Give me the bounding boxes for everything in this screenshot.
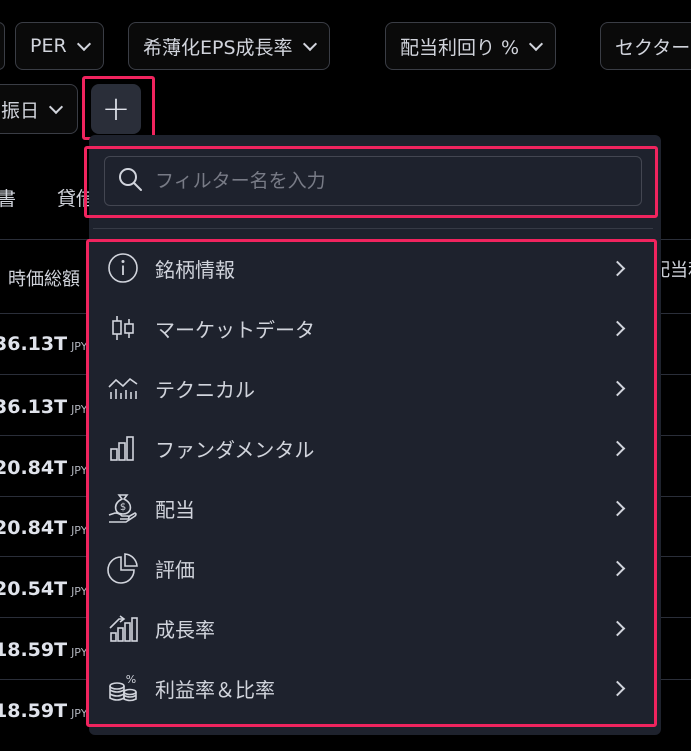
chevron-down-icon — [529, 36, 544, 51]
currency-unit: JPY — [71, 403, 88, 416]
chevron-right-icon — [609, 620, 626, 636]
market-cap-value: 18.59T — [0, 700, 68, 722]
table-row[interactable]: 20.84T JPY — [0, 517, 87, 539]
currency-unit: JPY — [71, 524, 88, 537]
menu-item-label: 銘柄情報 — [155, 257, 235, 282]
candlestick-icon — [105, 310, 141, 346]
menu-item-label: ファンダメンタル — [155, 437, 315, 462]
menu-item-valuation[interactable]: 評価 — [93, 538, 651, 598]
filter-sector-label: セクター — [615, 36, 691, 59]
growth-icon — [105, 610, 141, 646]
menu-item-growth[interactable]: 成長率 — [93, 598, 651, 658]
menu-item-dividends[interactable]: $ 配当 — [93, 478, 651, 538]
svg-text:%: % — [126, 673, 136, 686]
table-row[interactable]: 20.54T JPY — [0, 578, 87, 600]
currency-unit: JPY — [71, 585, 88, 598]
menu-divider — [93, 228, 653, 229]
filter-partial-left[interactable] — [0, 22, 5, 70]
market-cap-value: 36.13T — [0, 333, 68, 355]
filter-eps-growth-label: 希薄化EPS成長率 — [143, 36, 293, 59]
filter-date-label: 振日 — [1, 99, 40, 122]
market-cap-value: 36.13T — [0, 396, 68, 418]
add-filter-button[interactable]: + — [91, 84, 141, 134]
currency-unit: JPY — [71, 707, 88, 720]
table-row[interactable]: 18.59T JPY — [0, 639, 87, 661]
chevron-right-icon — [609, 500, 626, 516]
filter-per-label: PER — [30, 35, 67, 57]
money-bag-hand-icon: $ — [105, 490, 141, 526]
menu-item-margins-ratios[interactable]: % 利益率＆比率 — [93, 658, 651, 718]
menu-item-label: 配当 — [155, 497, 195, 522]
menu-item-label: 利益率＆比率 — [155, 677, 275, 702]
menu-item-label: テクニカル — [155, 377, 255, 402]
chevron-right-icon — [609, 560, 626, 576]
currency-unit: JPY — [71, 464, 88, 477]
tab-partial[interactable]: 書 — [0, 184, 16, 211]
pie-chart-icon — [105, 550, 141, 586]
filter-dividend-yield[interactable]: 配当利回り % — [385, 22, 557, 70]
menu-item-label: 評価 — [155, 557, 195, 582]
chevron-right-icon — [609, 440, 626, 456]
table-row[interactable]: 20.84T JPY — [0, 457, 87, 479]
market-cap-value: 18.59T — [0, 639, 68, 661]
chevron-down-icon — [302, 36, 317, 51]
menu-item-market-data[interactable]: マーケットデータ — [93, 298, 651, 358]
chevron-down-icon — [76, 36, 91, 51]
market-cap-value: 20.84T — [0, 517, 68, 539]
menu-item-fundamental[interactable]: ファンダメンタル — [93, 418, 651, 478]
filter-dividend-yield-label: 配当利回り % — [400, 36, 520, 59]
chevron-right-icon — [609, 380, 626, 396]
menu-item-symbol-info[interactable]: 銘柄情報 — [93, 238, 651, 298]
table-row[interactable]: 18.59T JPY — [0, 700, 87, 722]
table-row[interactable]: 36.13T JPY — [0, 396, 87, 418]
chevron-right-icon — [609, 320, 626, 336]
filter-eps-growth[interactable]: 希薄化EPS成長率 — [128, 22, 330, 70]
menu-item-technical[interactable]: テクニカル — [93, 358, 651, 418]
market-cap-value: 20.84T — [0, 457, 68, 479]
coins-percent-icon: % — [105, 670, 141, 706]
chevron-right-icon — [609, 260, 626, 276]
filter-search-input[interactable] — [153, 169, 617, 193]
filter-sector[interactable]: セクター — [600, 22, 691, 70]
technical-chart-icon — [105, 370, 141, 406]
filter-date[interactable]: 振日 — [0, 84, 78, 134]
filter-per[interactable]: PER — [15, 22, 104, 70]
info-icon — [105, 250, 141, 286]
plus-icon: + — [101, 89, 131, 129]
search-icon — [117, 166, 143, 196]
menu-item-label: 成長率 — [155, 617, 215, 642]
market-cap-value: 20.54T — [0, 578, 68, 600]
chevron-down-icon — [48, 99, 64, 114]
currency-unit: JPY — [71, 646, 88, 659]
column-market-cap[interactable]: 時価総額 — [8, 265, 80, 291]
bar-chart-icon — [105, 430, 141, 466]
filter-search-box[interactable] — [104, 156, 642, 206]
currency-unit: JPY — [71, 340, 88, 353]
svg-text:$: $ — [120, 502, 126, 513]
menu-item-label: マーケットデータ — [155, 317, 315, 342]
table-row[interactable]: 36.13T JPY — [0, 333, 87, 355]
chevron-right-icon — [609, 680, 626, 696]
